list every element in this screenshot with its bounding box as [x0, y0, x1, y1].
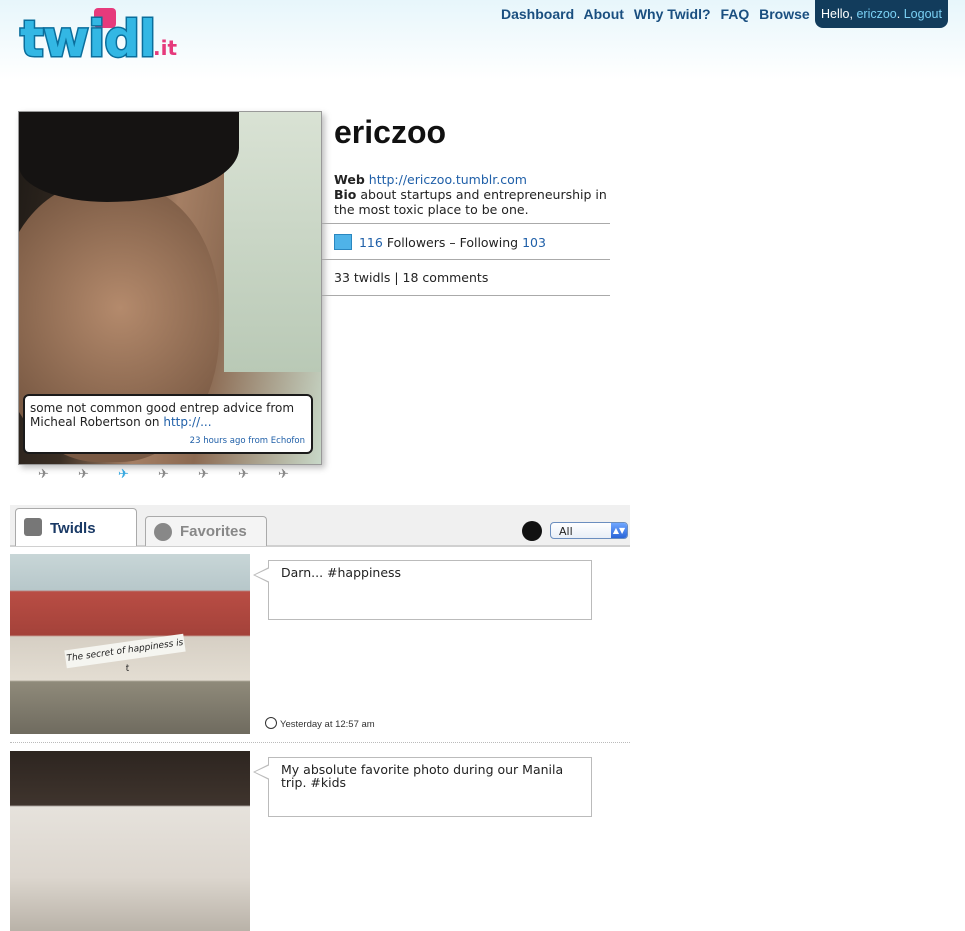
nav-why-twidl[interactable]: Why Twidl?	[634, 6, 711, 22]
post-time-text: Yesterday at 12:57 am	[280, 719, 375, 730]
speech-bubble-icon	[24, 518, 42, 536]
twitter-icon	[334, 234, 352, 250]
tab-twidls-label: Twidls	[50, 520, 96, 537]
twidl-logo[interactable]: twidl .it	[18, 6, 178, 70]
bird-icon[interactable]: ✈	[38, 467, 58, 482]
bio-text: about startups and entrepreneurship in t…	[334, 187, 607, 217]
bird-icon[interactable]: ✈	[238, 467, 258, 482]
greeting-text: Hello,	[821, 7, 853, 21]
filter-value: All	[559, 525, 573, 538]
twidl-post: The secret of happiness is t Darn... #ha…	[10, 554, 630, 736]
star-icon	[154, 523, 172, 541]
bird-icon[interactable]: ✈	[198, 467, 218, 482]
profile-name: ericzoo	[334, 114, 447, 150]
divider	[322, 223, 610, 224]
follow-stats: 116 Followers – Following 103	[334, 234, 546, 250]
bird-icon[interactable]: ✈	[78, 467, 98, 482]
logo-text: twidl	[18, 9, 157, 70]
filter-select[interactable]: All ▲▼	[550, 522, 628, 539]
username-link[interactable]: ericzoo	[856, 7, 896, 21]
photo-hair	[19, 112, 239, 202]
post-image[interactable]: The secret of happiness is t	[10, 554, 250, 734]
logout-link[interactable]: Logout	[904, 7, 942, 21]
latest-tweet-bubble: some not common good entrep advice from …	[23, 394, 313, 454]
profile-photo-card: some not common good entrep advice from …	[18, 111, 322, 465]
web-url-link[interactable]: http://ericzoo.tumblr.com	[369, 172, 527, 187]
logo-suffix: .it	[153, 36, 178, 60]
tag-icon	[522, 521, 542, 541]
tab-favorites[interactable]: Favorites	[145, 516, 267, 546]
tab-favorites-label: Favorites	[180, 523, 247, 540]
main-nav: Dashboard About Why Twidl? FAQ Browse	[501, 6, 816, 22]
userbox-separator: .	[896, 7, 901, 21]
post-image-banner: The secret of happiness is t	[64, 633, 186, 674]
following-count-link[interactable]: 103	[522, 235, 546, 250]
twidl-post: My absolute favorite photo during our Ma…	[10, 751, 630, 931]
post-text: My absolute favorite photo during our Ma…	[281, 762, 564, 790]
bird-icon[interactable]: ✈	[278, 467, 298, 482]
tab-twidls[interactable]: Twidls	[15, 508, 137, 546]
user-box: Hello, ericzoo. Logout	[815, 0, 948, 28]
tweet-time: 23 hours ago from	[189, 436, 269, 446]
post-text: Darn... #happiness	[281, 565, 402, 580]
divider	[322, 295, 610, 296]
post-text-bubble: My absolute favorite photo during our Ma…	[253, 757, 592, 817]
followers-count-link[interactable]: 116	[359, 235, 383, 250]
tweet-pager: ✈ ✈ ✈ ✈ ✈ ✈ ✈	[30, 467, 310, 483]
post-separator	[10, 742, 630, 743]
web-label: Web	[334, 172, 365, 187]
bio-label: Bio	[334, 187, 357, 202]
post-text-bubble: Darn... #happiness	[253, 560, 592, 620]
tweet-link[interactable]: http://...	[163, 415, 211, 429]
followers-label: Followers – Following	[386, 235, 519, 250]
nav-faq[interactable]: FAQ	[720, 6, 749, 22]
nav-about[interactable]: About	[584, 6, 624, 22]
profile-info: ericzoo Web http://ericzoo.tumblr.com Bi…	[334, 112, 614, 217]
profile-details: Web http://ericzoo.tumblr.com Bio about …	[334, 172, 614, 217]
tab-bar: Twidls Favorites All ▲▼	[10, 505, 630, 547]
nav-browse[interactable]: Browse	[759, 6, 810, 22]
bird-icon[interactable]: ✈	[158, 467, 178, 482]
clock-icon	[265, 717, 277, 729]
post-time[interactable]: Yesterday at 12:57 am	[265, 717, 375, 730]
tweet-source-link[interactable]: Echofon	[271, 436, 305, 446]
twidl-stats: 33 twidls | 18 comments	[334, 270, 489, 285]
chevron-updown-icon: ▲▼	[611, 523, 627, 538]
header: twidl .it Dashboard About Why Twidl? FAQ…	[0, 0, 965, 80]
divider	[322, 259, 610, 260]
bird-icon-active[interactable]: ✈	[118, 467, 138, 482]
tweet-meta: 23 hours ago from Echofon	[190, 434, 305, 448]
post-image[interactable]	[10, 751, 250, 931]
nav-dashboard[interactable]: Dashboard	[501, 6, 574, 22]
